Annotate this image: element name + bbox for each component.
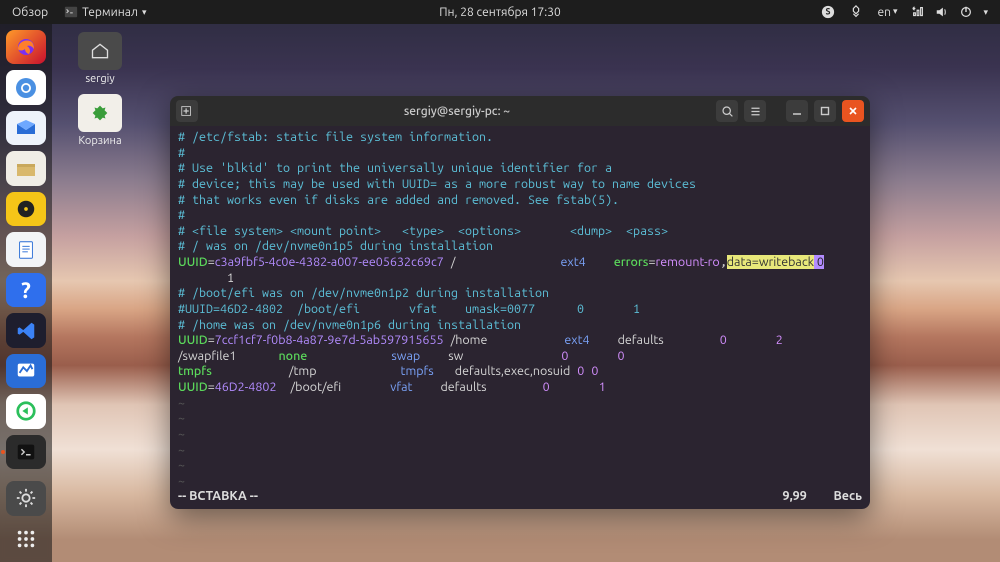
vim-mode: -- ВСТАВКА --	[178, 489, 258, 505]
desktop-trash[interactable]: Корзина	[70, 94, 130, 147]
chevron-down-icon: ▾	[142, 7, 147, 18]
term-line: ~	[178, 458, 862, 474]
term-line: ~	[178, 474, 862, 490]
term-line: # / was on /dev/nvme0n1p5 during install…	[178, 239, 862, 255]
volume-icon	[935, 5, 949, 19]
close-button[interactable]	[842, 100, 864, 122]
term-line: # /home was on /dev/nvme0n1p6 during ins…	[178, 318, 862, 334]
term-line: /swapfile1 none swap sw 0 0	[178, 349, 862, 365]
close-icon	[847, 105, 859, 117]
dock-firefox[interactable]	[6, 30, 46, 64]
chevron-down-icon: ▾	[893, 6, 898, 19]
term-line: UUID=46D2-4802 /boot/efi vfat defaults 0…	[178, 380, 862, 396]
desktop-home-label: sergiy	[70, 73, 130, 85]
term-line: # that works even if disks are added and…	[178, 193, 862, 209]
dock-chromium[interactable]	[6, 70, 46, 104]
window-titlebar[interactable]: sergiy@sergiy-pc: ~	[170, 96, 870, 126]
term-line: # Use 'blkid' to print the universally u…	[178, 161, 862, 177]
home-folder-icon	[89, 41, 111, 61]
dock-music[interactable]	[6, 192, 46, 226]
network-icon	[911, 5, 925, 19]
desktop-home[interactable]: sergiy	[70, 32, 130, 85]
term-line: # <file system> <mount point> <type> <op…	[178, 224, 862, 240]
app-menu-label: Терминал	[82, 6, 138, 19]
menu-icon	[749, 105, 762, 118]
terminal-icon	[64, 5, 78, 19]
input-source[interactable]: en ▾	[877, 6, 897, 19]
term-line: UUID=7ccf1cf7-f0b8-4a87-9e7d-5ab59791565…	[178, 333, 862, 349]
vim-statusbar: -- ВСТАВКА -- 9,99 Весь	[178, 489, 862, 505]
vim-pos: 9,99	[783, 489, 807, 503]
maximize-icon	[819, 105, 831, 117]
term-line: # /boot/efi was on /dev/nvme0n1p2 during…	[178, 286, 862, 302]
terminal-window: sergiy@sergiy-pc: ~ # /etc/fstab: static…	[170, 96, 870, 509]
app-menu[interactable]: Терминал ▾	[58, 5, 152, 19]
show-apps-button[interactable]	[6, 522, 46, 556]
search-button[interactable]	[716, 100, 738, 122]
vim-scroll: Весь	[833, 489, 862, 503]
maximize-button[interactable]	[814, 100, 836, 122]
search-icon	[721, 105, 734, 118]
dock-monitor[interactable]	[6, 354, 46, 388]
term-line: #	[178, 208, 862, 224]
dock-thunderbird[interactable]	[6, 111, 46, 145]
dock-writer[interactable]	[6, 232, 46, 266]
term-line: #	[178, 146, 862, 162]
term-line: tmpfs /tmp tmpfs defaults,exec,nosuid 0 …	[178, 364, 862, 380]
new-tab-button[interactable]	[176, 100, 198, 122]
cursor: 0	[814, 255, 824, 269]
term-line: ~	[178, 443, 862, 459]
dock-vscode[interactable]	[6, 313, 46, 347]
help-icon: ?	[21, 278, 31, 303]
dock-help[interactable]: ?	[6, 273, 46, 307]
svg-text:S: S	[826, 7, 831, 17]
term-line: 1	[178, 271, 862, 287]
clock-button[interactable]: Пн, 28 сентября 17:30	[439, 6, 561, 19]
dock-remote[interactable]	[6, 394, 46, 428]
tray-app-icon[interactable]	[849, 5, 863, 19]
term-line: #UUID=46D2-4802 /boot/efi vfat umask=007…	[178, 302, 862, 318]
minimize-icon	[791, 105, 803, 117]
term-line: # /etc/fstab: static file system informa…	[178, 130, 862, 146]
dock-settings[interactable]	[6, 481, 46, 515]
term-line: ~	[178, 427, 862, 443]
top-bar: Обзор Терминал ▾ Пн, 28 сентября 17:30 S…	[0, 0, 1000, 24]
trash-icon	[89, 102, 111, 124]
system-tray: S en ▾ ▾	[821, 5, 994, 19]
dock: ?	[0, 24, 52, 562]
terminal-viewport[interactable]: # /etc/fstab: static file system informa…	[170, 126, 870, 509]
input-source-label: en	[877, 6, 890, 19]
system-menu[interactable]: ▾	[911, 5, 988, 19]
desktop-trash-label: Корзина	[70, 135, 130, 147]
power-icon	[959, 5, 973, 19]
term-line: ~	[178, 411, 862, 427]
term-line: ~	[178, 396, 862, 412]
activities-button[interactable]: Обзор	[6, 6, 54, 19]
term-line: UUID=c3a9fbf5-4c0e-4382-a007-ee05632c69c…	[178, 255, 862, 271]
minimize-button[interactable]	[786, 100, 808, 122]
hamburger-button[interactable]	[744, 100, 766, 122]
skype-icon[interactable]: S	[821, 5, 835, 19]
window-title: sergiy@sergiy-pc: ~	[204, 105, 710, 118]
chevron-down-icon: ▾	[983, 7, 988, 18]
dock-terminal[interactable]	[6, 435, 46, 469]
dock-files[interactable]	[6, 151, 46, 185]
term-line: # device; this may be used with UUID= as…	[178, 177, 862, 193]
